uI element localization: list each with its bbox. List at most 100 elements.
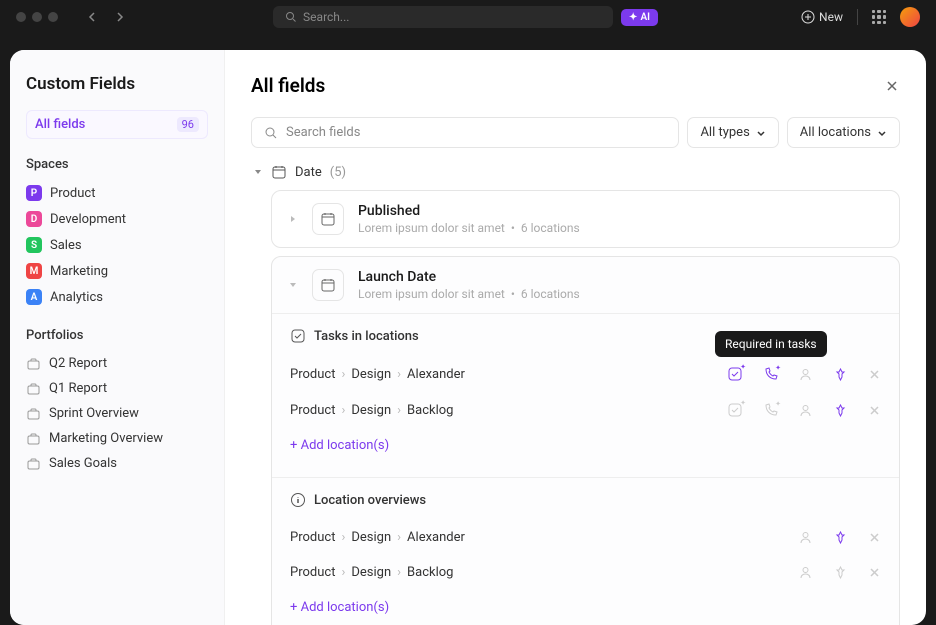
pin-icon[interactable] [833, 565, 848, 580]
person-icon[interactable] [798, 403, 813, 418]
person-icon[interactable] [798, 530, 813, 545]
person-icon[interactable] [798, 367, 813, 382]
space-label: Analytics [50, 290, 103, 305]
chevron-right-icon [114, 11, 126, 23]
filter-types-label: All types [700, 125, 749, 140]
all-fields-label: All fields [35, 117, 85, 132]
phone-icon[interactable]: ✦ [763, 403, 778, 418]
close-icon [868, 404, 881, 417]
plus-circle-icon [801, 10, 815, 24]
chevron-down-icon [756, 128, 766, 138]
space-color-icon: S [26, 237, 42, 253]
sidebar-space-item[interactable]: DDevelopment [26, 206, 208, 232]
search-placeholder: Search... [303, 10, 349, 24]
field-card-launch-date: Launch Date Lorem ipsum dolor sit amet•6… [271, 256, 900, 625]
sidebar-portfolio-item[interactable]: Marketing Overview [26, 426, 208, 451]
breadcrumb[interactable]: Product› Design› Alexander [290, 367, 727, 382]
main-container: Custom Fields All fields 96 Spaces PProd… [10, 50, 926, 625]
close-icon [868, 566, 881, 579]
required-toggle-icon[interactable]: ✦ [727, 366, 743, 382]
space-label: Marketing [50, 264, 108, 279]
spaces-section-label: Spaces [26, 157, 208, 172]
apps-icon[interactable] [872, 10, 886, 24]
ai-button[interactable]: ✦ AI [621, 9, 658, 26]
search-icon [285, 11, 297, 23]
sparkle-icon: ✦ [629, 12, 637, 23]
breadcrumb[interactable]: Product› Design› Backlog [290, 565, 798, 580]
sidebar-space-item[interactable]: SSales [26, 232, 208, 258]
sidebar-portfolio-item[interactable]: Sales Goals [26, 451, 208, 476]
portfolio-label: Q1 Report [49, 381, 107, 396]
location-overviews-section: Location overviews Product› Design› Alex… [272, 478, 899, 625]
field-meta: Lorem ipsum dolor sit amet•6 locations [358, 287, 883, 301]
sidebar-title: Custom Fields [26, 74, 208, 94]
caret-right-icon [288, 214, 298, 224]
add-location-button[interactable]: + Add location(s) [290, 428, 881, 463]
info-icon [290, 492, 306, 508]
global-search-input[interactable]: Search... [273, 6, 613, 28]
field-name: Launch Date [358, 269, 883, 285]
group-label: Date [295, 165, 322, 180]
remove-location-button[interactable] [868, 531, 881, 544]
page-title: All fields [251, 74, 325, 97]
sidebar-space-item[interactable]: M Marketing [26, 258, 208, 284]
field-row[interactable]: Published Lorem ipsum dolor sit amet•6 l… [272, 191, 899, 247]
group-header-date[interactable]: Date (5) [251, 164, 900, 180]
sidebar-space-item[interactable]: AAnalytics [26, 284, 208, 310]
nav-forward-button[interactable] [110, 7, 130, 27]
window-minimize-icon[interactable] [32, 12, 42, 22]
location-row: Product› Design› Alexander Required in t… [290, 356, 881, 392]
new-button[interactable]: New [801, 10, 843, 24]
portfolio-label: Q2 Report [49, 356, 107, 371]
window-zoom-icon[interactable] [48, 12, 58, 22]
add-location-button[interactable]: + Add location(s) [290, 590, 881, 625]
sparkle-dot-icon: ✦ [740, 363, 746, 371]
portfolio-label: Marketing Overview [49, 431, 163, 446]
remove-location-button[interactable] [868, 404, 881, 417]
space-color-icon: P [26, 185, 42, 201]
breadcrumb[interactable]: Product› Design› Backlog [290, 403, 727, 418]
group-count: (5) [330, 165, 346, 180]
close-icon [884, 78, 900, 94]
space-color-icon: M [26, 263, 42, 279]
filter-types-button[interactable]: All types [687, 117, 778, 148]
space-color-icon: D [26, 211, 42, 227]
search-fields-input[interactable]: Search fields [251, 117, 679, 148]
calendar-icon [271, 164, 287, 180]
pin-icon[interactable] [833, 530, 848, 545]
user-avatar[interactable] [900, 7, 920, 27]
calendar-icon [312, 203, 344, 235]
sidebar-all-fields[interactable]: All fields 96 [26, 110, 208, 139]
briefcase-icon [26, 381, 41, 396]
sparkle-dot-icon: ✦ [775, 364, 781, 372]
remove-location-button[interactable] [868, 566, 881, 579]
window-controls [16, 12, 58, 22]
all-fields-count: 96 [177, 117, 199, 132]
pin-icon[interactable] [833, 403, 848, 418]
window-close-icon[interactable] [16, 12, 26, 22]
sparkle-dot-icon: ✦ [775, 400, 781, 408]
chevron-left-icon [86, 11, 98, 23]
sidebar-portfolio-item[interactable]: Sprint Overview [26, 401, 208, 426]
ai-label: AI [640, 12, 650, 23]
phone-icon[interactable]: ✦ [763, 367, 778, 382]
filter-locations-label: All locations [800, 125, 871, 140]
sidebar-portfolio-item[interactable]: Q2 Report [26, 351, 208, 376]
sidebar-space-item[interactable]: PProduct [26, 180, 208, 206]
field-name: Published [358, 203, 883, 219]
search-icon [264, 126, 278, 140]
sidebar: Custom Fields All fields 96 Spaces PProd… [10, 50, 225, 625]
close-button[interactable] [884, 78, 900, 94]
sidebar-portfolio-item[interactable]: Q1 Report [26, 376, 208, 401]
filter-locations-button[interactable]: All locations [787, 117, 900, 148]
field-row[interactable]: Launch Date Lorem ipsum dolor sit amet•6… [272, 257, 899, 314]
remove-location-button[interactable] [868, 368, 881, 381]
required-toggle-icon[interactable]: ✦ [727, 402, 743, 418]
breadcrumb[interactable]: Product› Design› Alexander [290, 530, 798, 545]
person-icon[interactable] [798, 565, 813, 580]
location-row: Product› Design› Backlog ✦ ✦ [290, 392, 881, 428]
portfolio-label: Sprint Overview [49, 406, 139, 421]
briefcase-icon [26, 356, 41, 371]
pin-icon[interactable] [833, 367, 848, 382]
nav-back-button[interactable] [82, 7, 102, 27]
